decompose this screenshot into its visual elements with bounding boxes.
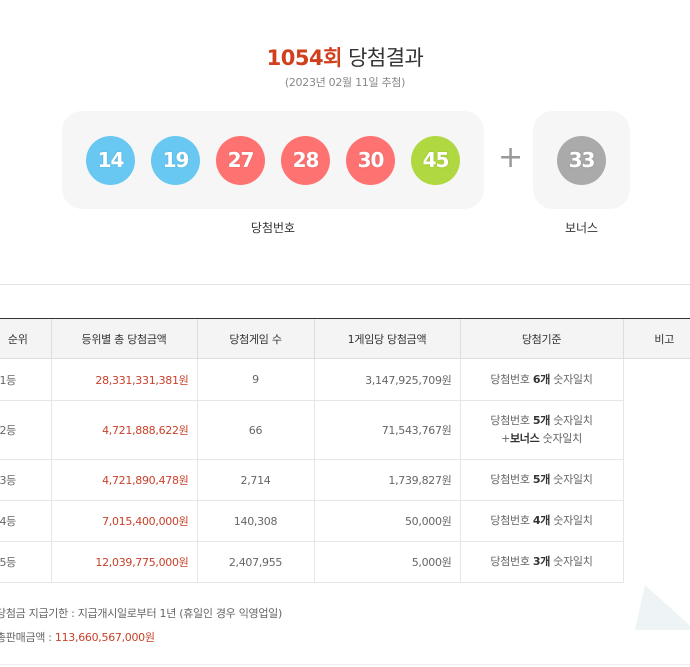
winner-count-cell: 140,308 bbox=[196, 500, 314, 542]
table-row: 1등 28,331,331,381원 9 3,147,925,709원 당첨번호… bbox=[0, 358, 690, 583]
table-row: 5등 12,039,775,000원 2,407,955 5,000원 당첨번호… bbox=[0, 541, 690, 583]
plus-icon: + bbox=[498, 140, 524, 175]
prize-per-game-cell: 71,543,767원 bbox=[313, 400, 460, 460]
criteria-text: 당첨번호 bbox=[490, 372, 533, 386]
decorative-corner-graphic bbox=[635, 585, 690, 630]
prize-per-game-cell: 1,739,827원 bbox=[313, 459, 460, 501]
prize-table: 순위 등위별 총 당첨금액 당첨게임 수 1게임당 당첨금액 당첨기준 비고 1… bbox=[0, 318, 690, 583]
winner-count-cell: 9 bbox=[196, 358, 314, 401]
winning-ball: 14 bbox=[86, 136, 135, 185]
criteria-text: 숫자일치 bbox=[550, 473, 593, 486]
criteria-text: 당첨번호 bbox=[490, 555, 533, 568]
header-prize-per-game: 1게임당 당첨금액 bbox=[313, 318, 460, 359]
criteria-text: 당첨번호 bbox=[490, 473, 533, 486]
criteria-bonus: 보너스 bbox=[509, 432, 540, 445]
bonus-ball: 33 bbox=[557, 136, 606, 185]
rank-cell: 2등 bbox=[0, 400, 51, 460]
criteria-count: 4개 bbox=[532, 514, 551, 527]
criteria-cell: 당첨번호 5개 숫자일치 bbox=[459, 459, 623, 501]
criteria-text: 숫자일치 bbox=[550, 372, 593, 386]
table-row: 4등 7,015,400,000원 140,308 50,000원 당첨번호 4… bbox=[0, 500, 690, 542]
header-total-prize: 등위별 총 당첨금액 bbox=[50, 318, 197, 359]
criteria-cell: 당첨번호 4개 숫자일치 bbox=[459, 500, 623, 542]
header-criteria: 당첨기준 bbox=[459, 318, 623, 359]
total-prize-cell: 28,331,331,381원 bbox=[50, 358, 197, 401]
table-row: 3등 4,721,890,478원 2,714 1,739,827원 당첨번호 … bbox=[0, 459, 690, 501]
winning-ball: 19 bbox=[151, 136, 200, 185]
winning-ball: 28 bbox=[281, 136, 330, 185]
winning-numbers-box: 14 19 27 28 30 45 bbox=[62, 111, 484, 209]
total-prize-cell: 7,015,400,000원 bbox=[50, 500, 197, 542]
note-cell bbox=[622, 358, 690, 583]
table-row: 2등 4,721,888,622원 66 71,543,767원 당첨번호 5개… bbox=[0, 400, 690, 460]
table-header-row: 순위 등위별 총 당첨금액 당첨게임 수 1게임당 당첨금액 당첨기준 비고 bbox=[0, 318, 690, 359]
criteria-text: 당첨번호 bbox=[490, 414, 533, 427]
criteria-cell: 당첨번호 6개 숫자일치 bbox=[459, 358, 623, 401]
rank-cell: 1등 bbox=[0, 358, 51, 401]
criteria-cell: 당첨번호 5개 숫자일치 +보너스 숫자일치 bbox=[459, 400, 623, 460]
winning-ball: 27 bbox=[216, 136, 265, 185]
header-rank: 순위 bbox=[0, 318, 51, 359]
draw-date: (2023년 02월 11일 추첨) bbox=[284, 76, 406, 89]
rank-cell: 3등 bbox=[0, 459, 51, 501]
criteria-count: 5개 bbox=[532, 414, 551, 427]
criteria-text: 숫자일치 bbox=[550, 555, 593, 568]
bonus-number-box: 33 bbox=[533, 111, 630, 209]
winner-count-cell: 66 bbox=[196, 400, 314, 460]
total-sales-amount: 113,660,567,000원 bbox=[54, 631, 155, 644]
winning-numbers-label: 당첨번호 bbox=[250, 221, 296, 235]
rank-cell: 5등 bbox=[0, 541, 51, 583]
criteria-count: 3개 bbox=[532, 555, 551, 568]
criteria-text: 숫자일치 bbox=[550, 514, 593, 527]
total-prize-cell: 4,721,888,622원 bbox=[50, 400, 197, 460]
bottom-divider bbox=[0, 664, 690, 665]
criteria-cell: 당첨번호 3개 숫자일치 bbox=[459, 541, 623, 583]
section-divider bbox=[0, 284, 690, 285]
prize-per-game-cell: 50,000원 bbox=[313, 500, 460, 542]
criteria-text: 숫자일치 bbox=[539, 432, 583, 445]
title-text: 당첨결과 bbox=[348, 46, 424, 70]
criteria-count: 6개 bbox=[532, 372, 551, 386]
bonus-label: 보너스 bbox=[564, 221, 599, 235]
winning-ball: 45 bbox=[411, 136, 460, 185]
draw-round: 1054회 bbox=[266, 46, 343, 70]
criteria-count: 5개 bbox=[532, 473, 551, 486]
header-winner-count: 당첨게임 수 bbox=[196, 318, 314, 359]
criteria-text: 당첨번호 bbox=[490, 514, 533, 527]
criteria-text: + bbox=[501, 432, 510, 445]
rank-cell: 4등 bbox=[0, 500, 51, 542]
prize-per-game-cell: 3,147,925,709원 bbox=[313, 358, 460, 401]
total-sales-label: 총판매금액 : bbox=[0, 631, 55, 644]
criteria-text: 숫자일치 bbox=[550, 414, 593, 427]
winner-count-cell: 2,407,955 bbox=[196, 541, 314, 583]
result-title: 1054회 당첨결과 bbox=[0, 42, 690, 72]
winning-ball: 30 bbox=[346, 136, 395, 185]
total-prize-cell: 12,039,775,000원 bbox=[50, 541, 197, 583]
total-sales: 총판매금액 : 113,660,567,000원 bbox=[0, 629, 155, 645]
winner-count-cell: 2,714 bbox=[196, 459, 314, 501]
prize-per-game-cell: 5,000원 bbox=[313, 541, 460, 583]
header-note: 비고 bbox=[622, 318, 690, 359]
payment-deadline: 당첨금 지급기한 : 지급개시일로부터 1년 (휴일인 경우 익영업일) bbox=[0, 607, 282, 620]
total-prize-cell: 4,721,890,478원 bbox=[50, 459, 197, 501]
